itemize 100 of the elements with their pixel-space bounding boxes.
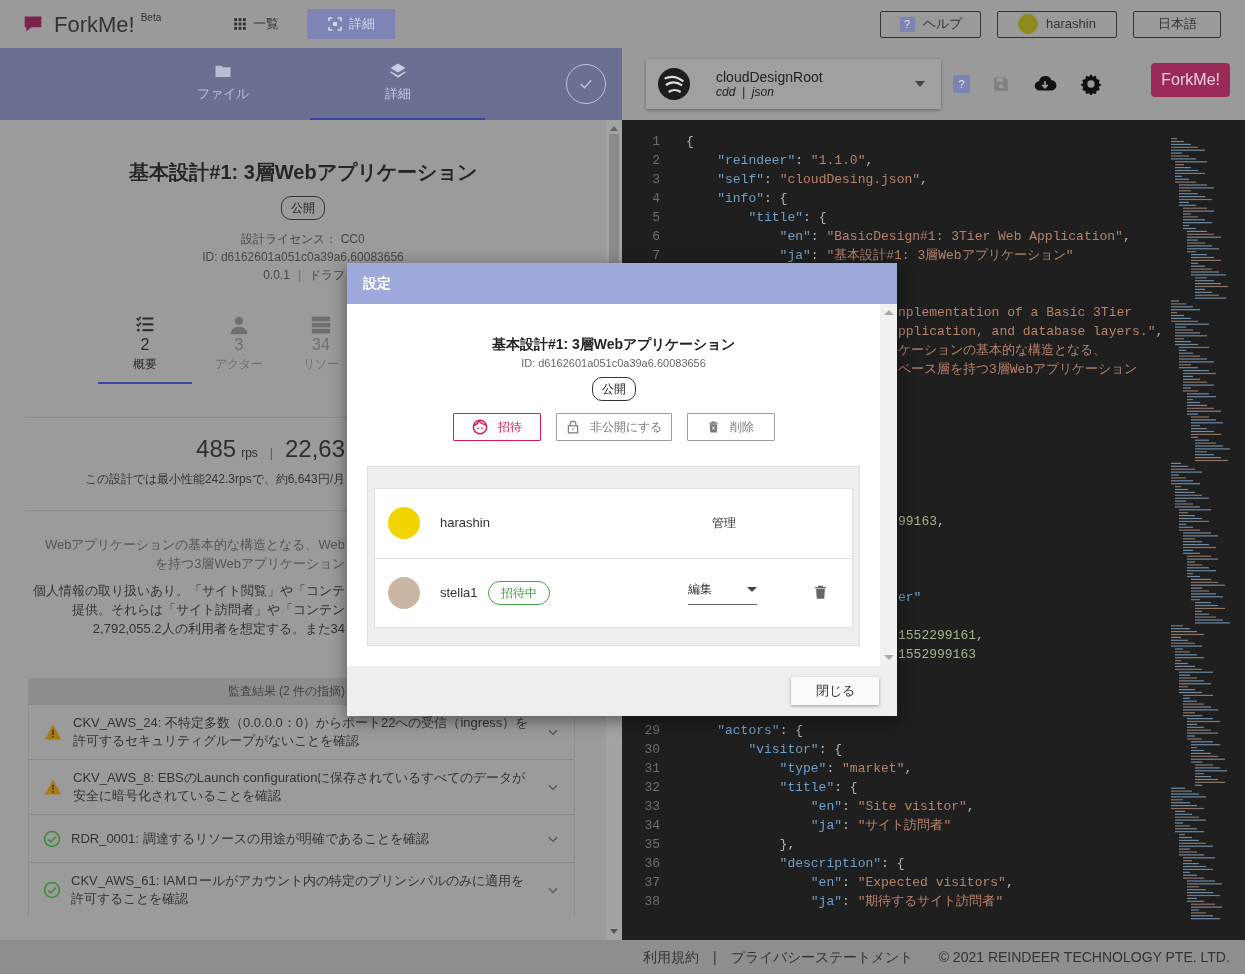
json-number: 1552299161 — [898, 628, 976, 643]
scroll-down-arrow-icon[interactable] — [883, 655, 894, 660]
json-key: "visitor" — [686, 742, 819, 757]
help-button[interactable]: ? — [953, 75, 970, 93]
action-button[interactable]: 非公開にする — [555, 412, 672, 441]
description-text: 個人情報の取り扱いあり。「サイト閲覧」や「コンテ — [32, 582, 345, 600]
separator: | — [269, 445, 273, 462]
json-punctuation: : — [842, 894, 851, 909]
member-name: stella1 — [440, 583, 478, 602]
panel-tab[interactable]: ファイル — [135, 48, 310, 120]
license-text: 設計ライセンス： CC0 — [240, 231, 366, 248]
scroll-down-arrow-icon[interactable] — [610, 929, 618, 934]
json-key: "title" — [686, 210, 804, 225]
chat-bubble-icon — [22, 14, 44, 34]
json-punctuation: : — [764, 172, 773, 187]
member-role: 管理 — [712, 515, 736, 532]
json-punctuation: , — [966, 799, 975, 814]
action-button[interactable]: 削除 — [686, 412, 775, 441]
throughput-value: 485 — [196, 434, 237, 464]
json-string: ケーションの基本的な構造となる、 — [898, 343, 1106, 358]
padlock-icon — [565, 418, 580, 435]
line-number: 6 — [651, 228, 661, 246]
beta-label: Beta — [140, 11, 162, 25]
line-number: 3 — [651, 171, 661, 189]
role-select[interactable]: 編集 — [688, 580, 757, 605]
json-key: "en" — [686, 875, 843, 890]
status-text: ドラフ — [309, 268, 345, 282]
project-name: cloudDesignRoot — [716, 68, 824, 85]
json-key: "ja" — [686, 818, 843, 833]
settings-icon[interactable] — [1080, 73, 1102, 95]
design-title: 基本設計#1: 3層Webアプリケーション — [128, 160, 478, 185]
project-selector[interactable]: cloudDesignRoot cdd | json — [646, 59, 941, 109]
server-icon — [310, 315, 332, 335]
performance-summary: この設計では最小性能242.3rpsで、約6,643円/月 — [83, 471, 345, 488]
line-number: 37 — [643, 874, 661, 892]
json-punctuation: , — [920, 172, 928, 187]
json-punctuation: , — [937, 514, 945, 529]
delete-member-button[interactable] — [813, 583, 828, 602]
line-number: 1 — [651, 133, 661, 151]
caret-icon — [747, 586, 757, 592]
tab-label: 概要 — [133, 356, 157, 373]
grid-icon — [233, 17, 248, 31]
line-number: 36 — [643, 855, 661, 873]
json-punctuation: : { — [764, 191, 788, 206]
member-name: harashin — [440, 514, 490, 533]
json-punctuation: : — [842, 799, 851, 814]
action-button[interactable]: 招待 — [452, 412, 541, 441]
check-circle-icon — [43, 829, 61, 848]
line-number: 4 — [651, 190, 661, 208]
tab-count: 2 — [140, 335, 150, 355]
language-button[interactable]: 日本語 — [1133, 10, 1221, 38]
audit-item-text: CKV_AWS_8: EBSのLaunch configurationに保存されているすべてのデータが安全に暗号化されていることを確認 — [73, 769, 527, 805]
json-string: "サイト訪問者" — [857, 818, 952, 833]
throughput-unit: rps — [241, 445, 258, 462]
focus-frame-icon — [327, 16, 344, 32]
json-string: ベース層を持つ3層Webアプリケーション — [898, 362, 1138, 377]
json-number: 1552999163 — [898, 647, 976, 662]
json-punctuation: : — [795, 153, 805, 168]
warning-icon — [43, 778, 63, 796]
trash-icon — [707, 418, 720, 435]
design-title: 基本設計#1: 3層Webアプリケーション — [490, 335, 737, 354]
check-circle-icon — [43, 881, 61, 899]
audit-item-text: RDR_0001: 調達するリソースの用途が明確であることを確認 — [71, 829, 430, 848]
trash-icon — [813, 583, 828, 602]
face-icon — [471, 418, 488, 435]
scroll-up-arrow-icon[interactable] — [610, 126, 618, 131]
json-key: "en" — [686, 229, 811, 244]
footer-link[interactable]: プライバシーステートメント — [730, 946, 913, 968]
json-key: "ja" — [686, 894, 843, 909]
json-string: "期待するサイト訪問者" — [857, 894, 1004, 909]
summary-tab[interactable]: 2 概要 — [98, 306, 192, 384]
json-string: "cloudDesing.json" — [779, 172, 921, 187]
app-logo-text: ForkMe! — [54, 10, 135, 39]
help-button[interactable]: ? ヘルプ — [880, 10, 981, 38]
json-string: "Expected visitors" — [857, 875, 1006, 890]
footer-link[interactable]: 利用規約 — [643, 946, 699, 968]
nav-tab[interactable]: 詳細 — [307, 9, 396, 39]
close-button[interactable]: 閉じる — [791, 677, 879, 705]
json-punctuation: , — [976, 628, 984, 643]
json-string: "基本設計#1: 3層Webアプリケーション" — [826, 248, 1074, 263]
project-logo-icon — [658, 68, 690, 100]
json-punctuation: , — [865, 153, 874, 168]
line-number: 5 — [651, 209, 661, 227]
separator: | — [713, 947, 717, 967]
user-button[interactable]: harashin — [997, 10, 1117, 38]
person-icon — [229, 315, 249, 335]
json-key: "title" — [686, 780, 835, 795]
json-punctuation: }, — [778, 837, 796, 852]
scroll-up-arrow-icon[interactable] — [883, 310, 894, 315]
json-key: "reindeer" — [686, 153, 796, 168]
design-id: ID: d6162601a051c0a39a6.60083656 — [520, 356, 707, 371]
line-number: 29 — [643, 722, 661, 740]
copyright-text: © 2021 REINDEER TECHNOLOGY PTE. LTD. — [938, 947, 1230, 967]
warning-icon — [43, 723, 63, 741]
line-number: 7 — [651, 247, 661, 265]
line-number: 32 — [643, 779, 661, 797]
dialog-title: 設定 — [347, 263, 897, 304]
brand-badge: ForkMe! — [1151, 63, 1230, 97]
project-meta: cdd | json — [716, 84, 774, 100]
json-string: "Site visitor" — [857, 799, 967, 814]
